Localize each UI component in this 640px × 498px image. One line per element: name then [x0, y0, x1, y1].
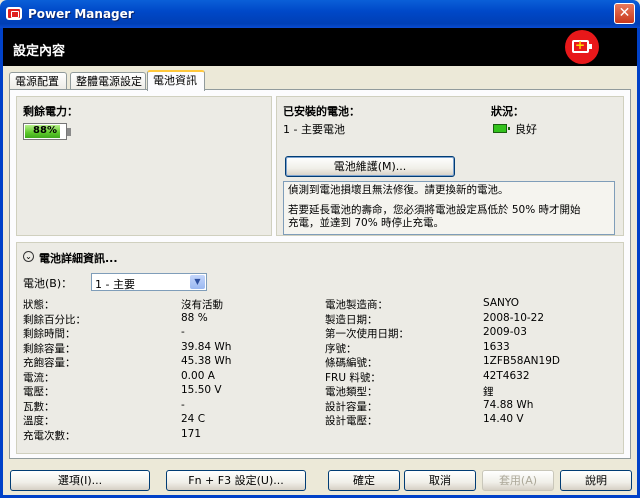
- help-button[interactable]: 說明: [560, 470, 632, 491]
- right-value: 14.40 V: [483, 413, 524, 425]
- right-value: 2008-10-22: [483, 311, 545, 324]
- tab-battery-info[interactable]: 電池資訊: [147, 70, 205, 91]
- left-key: 溫度：: [23, 415, 55, 427]
- left-key: 充電次數：: [23, 429, 76, 442]
- note-line-3: 充電，並達到 70% 時停止充電。: [288, 217, 445, 229]
- left-key: 剩餘百分比：: [23, 313, 86, 326]
- remaining-power-label: 剩餘電力：: [23, 105, 78, 118]
- note-line-2: 若要延長電池的壽命，您必須將電池設定爲低於 50% 時才開始: [288, 204, 581, 216]
- options-button[interactable]: 選項(I)...: [10, 470, 150, 491]
- header-banner: 設定內容 +: [3, 28, 637, 66]
- right-value: 42T4632: [483, 369, 530, 382]
- battery-info-panel: 剩餘電力： 88% 已安裝的電池： 1 - 主要電池 狀況： 良好 電池維護(M…: [9, 89, 631, 459]
- left-value: 45.38 Wh: [181, 355, 232, 367]
- installed-battery-label: 已安裝的電池：: [283, 105, 360, 118]
- page-title: 設定內容: [13, 44, 66, 59]
- right-value: SANYO: [483, 297, 520, 309]
- left-value: 15.50 V: [181, 384, 222, 396]
- right-key: 電池類型：: [325, 386, 378, 398]
- status-value: 良好: [515, 123, 537, 136]
- status-label: 狀況：: [491, 105, 524, 118]
- battery-gauge: 88%: [23, 123, 67, 140]
- left-key: 瓦數：: [23, 400, 55, 413]
- battery-select-value: 1 - 主要: [95, 278, 135, 291]
- left-key: 電流：: [23, 371, 55, 384]
- left-value: 39.84 Wh: [181, 340, 232, 353]
- window-title: Power Manager: [28, 7, 134, 21]
- left-key: 剩餘時間：: [23, 328, 76, 340]
- left-value: 沒有活動: [181, 299, 223, 311]
- title-bar[interactable]: Power Manager ✕: [0, 0, 640, 28]
- chevron-down-icon[interactable]: ▼: [190, 275, 205, 289]
- right-value: 1ZFB58AN19D: [483, 355, 560, 367]
- left-value: 88 %: [181, 311, 208, 324]
- battery-maintenance-button[interactable]: 電池維護(M)...: [285, 156, 455, 177]
- note-line-1: 偵測到電池損壞且無法修復。請更換新的電池。: [288, 184, 509, 196]
- battery-warning-note: 偵測到電池損壞且無法修復。請更換新的電池。 若要延長電池的壽命，您必須將電池設定…: [283, 181, 615, 235]
- left-value: -: [181, 398, 185, 411]
- battery-charging-icon: +: [565, 30, 599, 64]
- left-key: 剩餘容量：: [23, 342, 76, 355]
- right-value: 74.88 Wh: [483, 398, 534, 411]
- battery-good-icon: [493, 124, 510, 133]
- right-key: 序號：: [325, 342, 357, 355]
- right-key: 電池製造商：: [325, 299, 388, 311]
- right-key: 第一次使用日期：: [325, 328, 409, 340]
- right-key: FRU 料號：: [325, 371, 381, 384]
- tab-global-power-settings[interactable]: 整體電源設定: [70, 72, 146, 90]
- left-key: 狀態：: [23, 299, 55, 311]
- battery-select[interactable]: 1 - 主要 ▼: [91, 273, 207, 291]
- left-value: 24 C: [181, 413, 206, 425]
- fn-f3-settings-button[interactable]: Fn + F3 設定(U)...: [166, 470, 306, 491]
- right-value: 1633: [483, 340, 510, 353]
- battery-details-panel: ⌄ 電池詳細資訊... 電池(B)： 1 - 主要 ▼ 狀態： 沒有活動剩餘百分比…: [16, 242, 624, 454]
- battery-select-label: 電池(B)：: [23, 277, 73, 290]
- details-title: 電池詳細資訊...: [39, 252, 118, 265]
- ok-button[interactable]: 確定: [328, 470, 400, 491]
- right-value: 鋰: [483, 386, 494, 398]
- power-manager-app-icon: [6, 7, 22, 20]
- right-value: 2009-03: [483, 326, 527, 338]
- right-key: 製造日期：: [325, 313, 378, 326]
- left-key: 電壓：: [23, 386, 55, 398]
- cancel-button[interactable]: 取消: [404, 470, 476, 491]
- apply-button[interactable]: 套用(A): [482, 470, 554, 491]
- close-button[interactable]: ✕: [614, 3, 635, 24]
- remaining-power-panel: 剩餘電力： 88%: [16, 96, 272, 236]
- right-key: 條碼編號：: [325, 357, 378, 369]
- left-value: -: [181, 326, 185, 338]
- battery-gauge-tip: [67, 128, 71, 136]
- battery-percent-text: 88%: [33, 125, 57, 136]
- collapse-details-icon[interactable]: ⌄: [23, 251, 34, 262]
- left-value: 0.00 A: [181, 369, 215, 382]
- installed-battery-name: 1 - 主要電池: [283, 123, 345, 136]
- left-key: 充飽容量：: [23, 357, 76, 369]
- installed-battery-panel: 已安裝的電池： 1 - 主要電池 狀況： 良好 電池維護(M)... 偵測到電池…: [276, 96, 624, 236]
- right-key: 設計容量：: [325, 400, 378, 413]
- right-key: 設計電壓：: [325, 415, 378, 427]
- tab-power-plans[interactable]: 電源配置: [9, 72, 67, 90]
- left-value: 171: [181, 427, 202, 440]
